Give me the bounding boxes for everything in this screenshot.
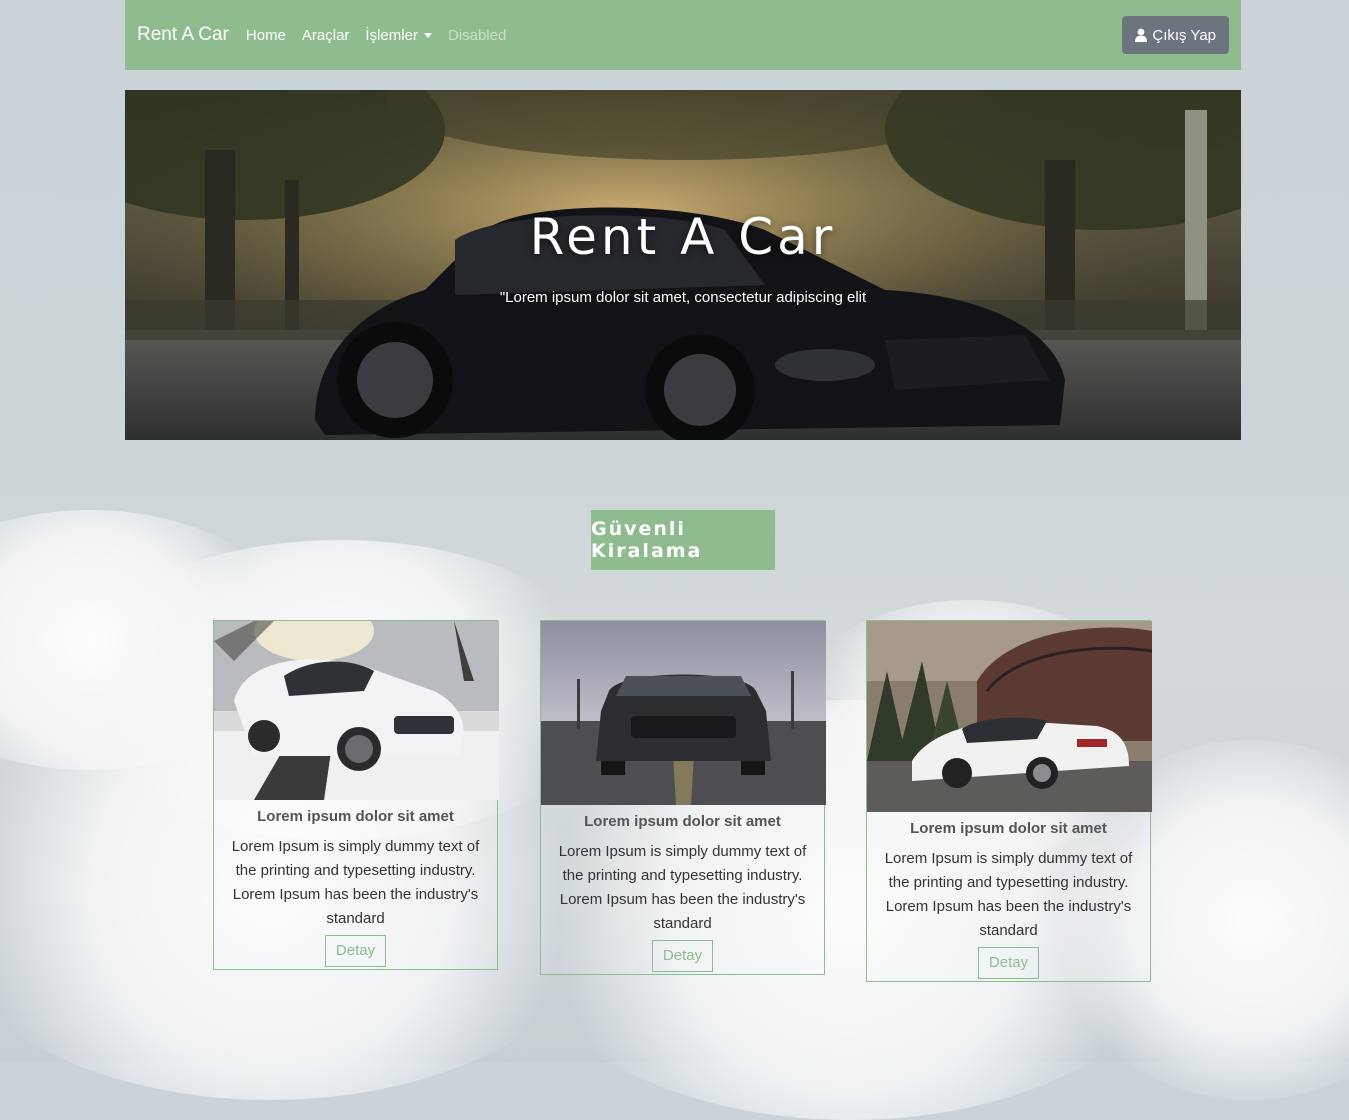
nav-link-home[interactable]: Home (246, 27, 286, 44)
logout-label: Çıkış Yap (1152, 26, 1216, 44)
card-text: Lorem Ipsum is simply dummy text of the … (884, 850, 1133, 939)
brand-logo[interactable]: Rent A Car (137, 24, 229, 46)
nav-dropdown-label: İşlemler (365, 26, 418, 44)
navbar: Rent A Car Home Araçlar İşlemler Disable… (125, 0, 1241, 70)
nav-links: Home Araçlar İşlemler Disabled (246, 27, 522, 44)
hero-title: Rent A Car (529, 208, 837, 266)
logout-button[interactable]: Çıkış Yap (1122, 16, 1229, 54)
hero-banner: Rent A Car "Lorem ipsum dolor sit amet, … (125, 90, 1241, 440)
nav-dropdown-islemler[interactable]: İşlemler (365, 27, 432, 44)
car-card: Lorem ipsum dolor sit amet Lorem Ipsum i… (866, 620, 1152, 982)
detail-button[interactable]: Detay (324, 935, 387, 967)
car-card: Lorem ipsum dolor sit amet Lorem Ipsum i… (540, 620, 826, 975)
car-image-white-bmw (214, 621, 499, 800)
nav-link-araclar[interactable]: Araçlar (302, 27, 350, 44)
detail-button[interactable]: Detay (977, 947, 1040, 979)
hero-subtitle: "Lorem ipsum dolor sit amet, consectetur… (499, 289, 867, 306)
car-card: Lorem ipsum dolor sit amet Lorem Ipsum i… (213, 620, 499, 970)
card-text: Lorem Ipsum is simply dummy text of the … (231, 838, 480, 927)
card-title: Lorem ipsum dolor sit amet (584, 813, 781, 830)
car-image-white-lexus (867, 621, 1152, 812)
user-icon (1135, 28, 1148, 42)
card-title: Lorem ipsum dolor sit amet (257, 808, 454, 825)
detail-button[interactable]: Detay (651, 940, 714, 972)
card-text: Lorem Ipsum is simply dummy text of the … (558, 843, 807, 932)
nav-link-disabled: Disabled (447, 26, 507, 44)
caret-down-icon (423, 32, 432, 38)
car-image-black-mustang (541, 621, 826, 805)
section-badge: Güvenli Kiralama (591, 510, 775, 570)
card-title: Lorem ipsum dolor sit amet (910, 820, 1107, 837)
